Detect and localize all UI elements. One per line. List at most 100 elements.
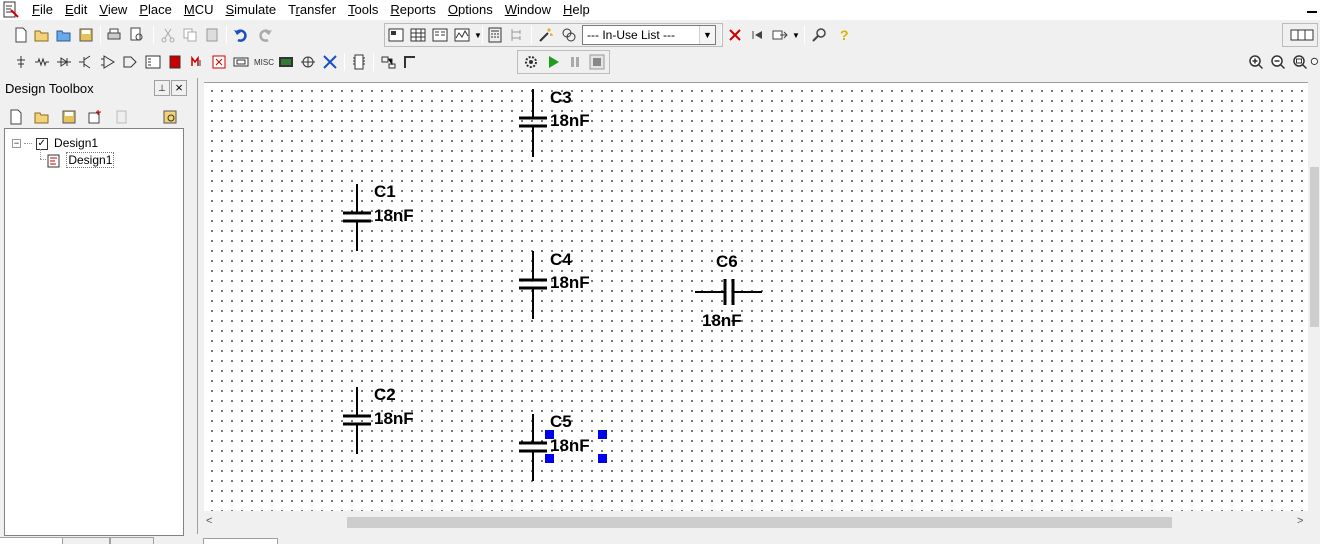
place-indicator-icon[interactable]: [187, 52, 207, 72]
horizontal-scroll-thumb[interactable]: [347, 517, 1172, 528]
layout-toggle-icon[interactable]: [1288, 25, 1316, 45]
copy-icon[interactable]: [180, 25, 200, 45]
zoom-fit-icon[interactable]: [1310, 52, 1320, 72]
ercheck-icon[interactable]: [725, 25, 745, 45]
selection-handle[interactable]: [545, 430, 554, 439]
new-file-icon[interactable]: [11, 25, 31, 45]
place-rf-icon[interactable]: [298, 52, 318, 72]
component-value-c2[interactable]: 18nF: [374, 410, 414, 428]
menu-tools[interactable]: Tools: [342, 0, 384, 20]
new-sheet-icon[interactable]: [85, 107, 105, 127]
cut-icon[interactable]: [158, 25, 178, 45]
schematic-canvas[interactable]: C3 18nF C1 18nF C4 18nF C6 18nF C2 18nF …: [204, 82, 1308, 511]
component-ref-c5[interactable]: C5: [550, 413, 572, 431]
electrical-rules-icon[interactable]: [559, 25, 579, 45]
back-annotate-icon[interactable]: [748, 25, 768, 45]
netlist-icon[interactable]: [507, 25, 527, 45]
place-cmos-icon[interactable]: [143, 52, 163, 72]
menu-file[interactable]: File: [26, 0, 59, 20]
vertical-scrollbar[interactable]: [1308, 82, 1320, 511]
run-icon[interactable]: [543, 52, 563, 72]
hierarchical-block-icon[interactable]: [378, 52, 398, 72]
place-power-icon[interactable]: [209, 52, 229, 72]
component-ref-c1[interactable]: C1: [374, 183, 396, 201]
postprocessor-icon[interactable]: [485, 25, 505, 45]
horizontal-scrollbar[interactable]: < >: [204, 514, 1308, 531]
component-value-c4[interactable]: 18nF: [550, 274, 590, 292]
component-ref-c4[interactable]: C4: [550, 251, 572, 269]
database-manager-icon[interactable]: [430, 25, 450, 45]
grapher-icon[interactable]: [452, 25, 472, 45]
scroll-left-icon[interactable]: <: [206, 515, 212, 527]
component-value-c1[interactable]: 18nF: [374, 207, 414, 225]
paste-icon[interactable]: [202, 25, 222, 45]
capacitor-c3-symbol[interactable]: [519, 89, 547, 157]
save-icon[interactable]: [76, 25, 96, 45]
selection-handle[interactable]: [598, 454, 607, 463]
place-basic-icon[interactable]: [32, 52, 52, 72]
delete-sheet-icon[interactable]: [111, 107, 131, 127]
capacitor-c6-symbol[interactable]: [695, 279, 762, 305]
menu-reports[interactable]: Reports: [384, 0, 442, 20]
close-icon[interactable]: ×: [171, 80, 187, 96]
place-electromechanical-icon[interactable]: [320, 52, 340, 72]
undo-icon[interactable]: [231, 25, 251, 45]
place-misc-icon[interactable]: MISC: [253, 52, 275, 72]
capacitor-c4-symbol[interactable]: [519, 251, 547, 319]
capacitor-c2-symbol[interactable]: [343, 387, 371, 454]
zoom-in-icon[interactable]: [1246, 52, 1266, 72]
component-value-c6[interactable]: 18nF: [702, 312, 742, 330]
open-folder-icon[interactable]: [32, 107, 52, 127]
place-mcu-icon[interactable]: [349, 52, 369, 72]
open-folder-icon[interactable]: [32, 25, 52, 45]
menu-transfer[interactable]: Transfer: [282, 0, 342, 20]
transfer-dropdown-icon[interactable]: ▼: [792, 31, 800, 40]
print-preview-icon[interactable]: [127, 25, 147, 45]
place-source-icon[interactable]: [11, 52, 31, 72]
menu-window[interactable]: Window: [499, 0, 557, 20]
menu-simulate[interactable]: Simulate: [219, 0, 282, 20]
bus-icon[interactable]: [400, 52, 420, 72]
tree-item-design-root[interactable]: − ✓ Design1: [12, 135, 98, 151]
place-diode-icon[interactable]: [54, 52, 74, 72]
vertical-scroll-thumb[interactable]: [1310, 167, 1319, 327]
pin-icon[interactable]: ⊥: [154, 80, 170, 96]
pause-icon[interactable]: [565, 52, 585, 72]
menu-edit[interactable]: Edit: [59, 0, 93, 20]
open-samples-icon[interactable]: [54, 25, 74, 45]
place-transistor-icon[interactable]: [76, 52, 96, 72]
place-ttl-icon[interactable]: [120, 52, 140, 72]
interactive-simulation-icon[interactable]: [521, 52, 541, 72]
component-value-c5[interactable]: 18nF: [550, 437, 590, 455]
transfer-to-pcb-icon[interactable]: [770, 25, 790, 45]
capacitor-c5-symbol[interactable]: [519, 414, 547, 481]
in-use-list-dropdown[interactable]: --- In-Use List --- ▼: [582, 25, 716, 45]
find-examples-icon[interactable]: [810, 25, 830, 45]
place-misc-digital-icon[interactable]: [231, 52, 251, 72]
redo-icon[interactable]: [255, 25, 275, 45]
properties-icon[interactable]: [160, 107, 180, 127]
capacitor-c1-symbol[interactable]: [343, 184, 371, 251]
menu-help[interactable]: Help: [557, 0, 596, 20]
component-ref-c2[interactable]: C2: [374, 386, 396, 404]
minimize-icon[interactable]: [1306, 2, 1318, 16]
selection-handle[interactable]: [545, 454, 554, 463]
component-ref-c6[interactable]: C6: [716, 253, 738, 271]
zoom-out-icon[interactable]: [1268, 52, 1288, 72]
help-icon[interactable]: ?: [834, 25, 854, 45]
scroll-right-icon[interactable]: >: [1297, 515, 1303, 527]
component-ref-c3[interactable]: C3: [550, 89, 572, 107]
print-icon[interactable]: [104, 25, 124, 45]
zoom-area-icon[interactable]: [1290, 52, 1310, 72]
place-advanced-peripherals-icon[interactable]: [276, 52, 296, 72]
menu-place[interactable]: Place: [133, 0, 178, 20]
menu-mcu[interactable]: MCU: [178, 0, 220, 20]
component-wizard-icon[interactable]: [536, 25, 556, 45]
component-value-c3[interactable]: 18nF: [550, 112, 590, 130]
new-file-icon[interactable]: [6, 107, 26, 127]
collapse-icon[interactable]: −: [12, 139, 21, 149]
menu-options[interactable]: Options: [442, 0, 499, 20]
place-analog-icon[interactable]: [98, 52, 118, 72]
save-icon[interactable]: [59, 107, 79, 127]
stop-icon[interactable]: [587, 52, 607, 72]
